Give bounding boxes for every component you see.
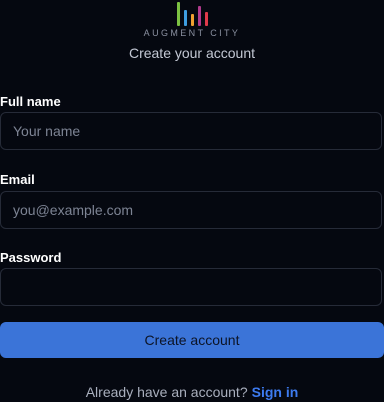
page-subtitle: Create your account bbox=[128, 45, 256, 61]
signup-page: AUGMENT CITY Create your account Full na… bbox=[0, 0, 384, 402]
logo-bar bbox=[198, 6, 201, 26]
logo-bar bbox=[184, 10, 187, 26]
password-field[interactable] bbox=[0, 268, 382, 306]
logo-bars-icon bbox=[175, 0, 211, 26]
full-name-label: Full name bbox=[0, 94, 61, 109]
full-name-placeholder: Your name bbox=[13, 123, 81, 139]
email-label: Email bbox=[0, 172, 35, 187]
logo-bar bbox=[191, 14, 194, 26]
sign-in-link[interactable]: Sign in bbox=[252, 384, 299, 400]
email-placeholder: you@example.com bbox=[13, 202, 134, 218]
password-label: Password bbox=[0, 250, 62, 265]
logo-bar bbox=[177, 2, 180, 26]
signin-prompt-text: Already have an account? bbox=[85, 384, 248, 400]
brand-logo: AUGMENT CITY bbox=[0, 0, 384, 40]
logo-bar bbox=[205, 12, 208, 26]
full-name-field[interactable]: Your name bbox=[0, 112, 382, 150]
create-account-button[interactable]: Create account bbox=[0, 322, 384, 358]
signin-prompt: Already have an account? Sign in bbox=[0, 384, 384, 400]
brand-wordmark: AUGMENT CITY bbox=[143, 28, 241, 38]
email-field[interactable]: you@example.com bbox=[0, 191, 382, 229]
